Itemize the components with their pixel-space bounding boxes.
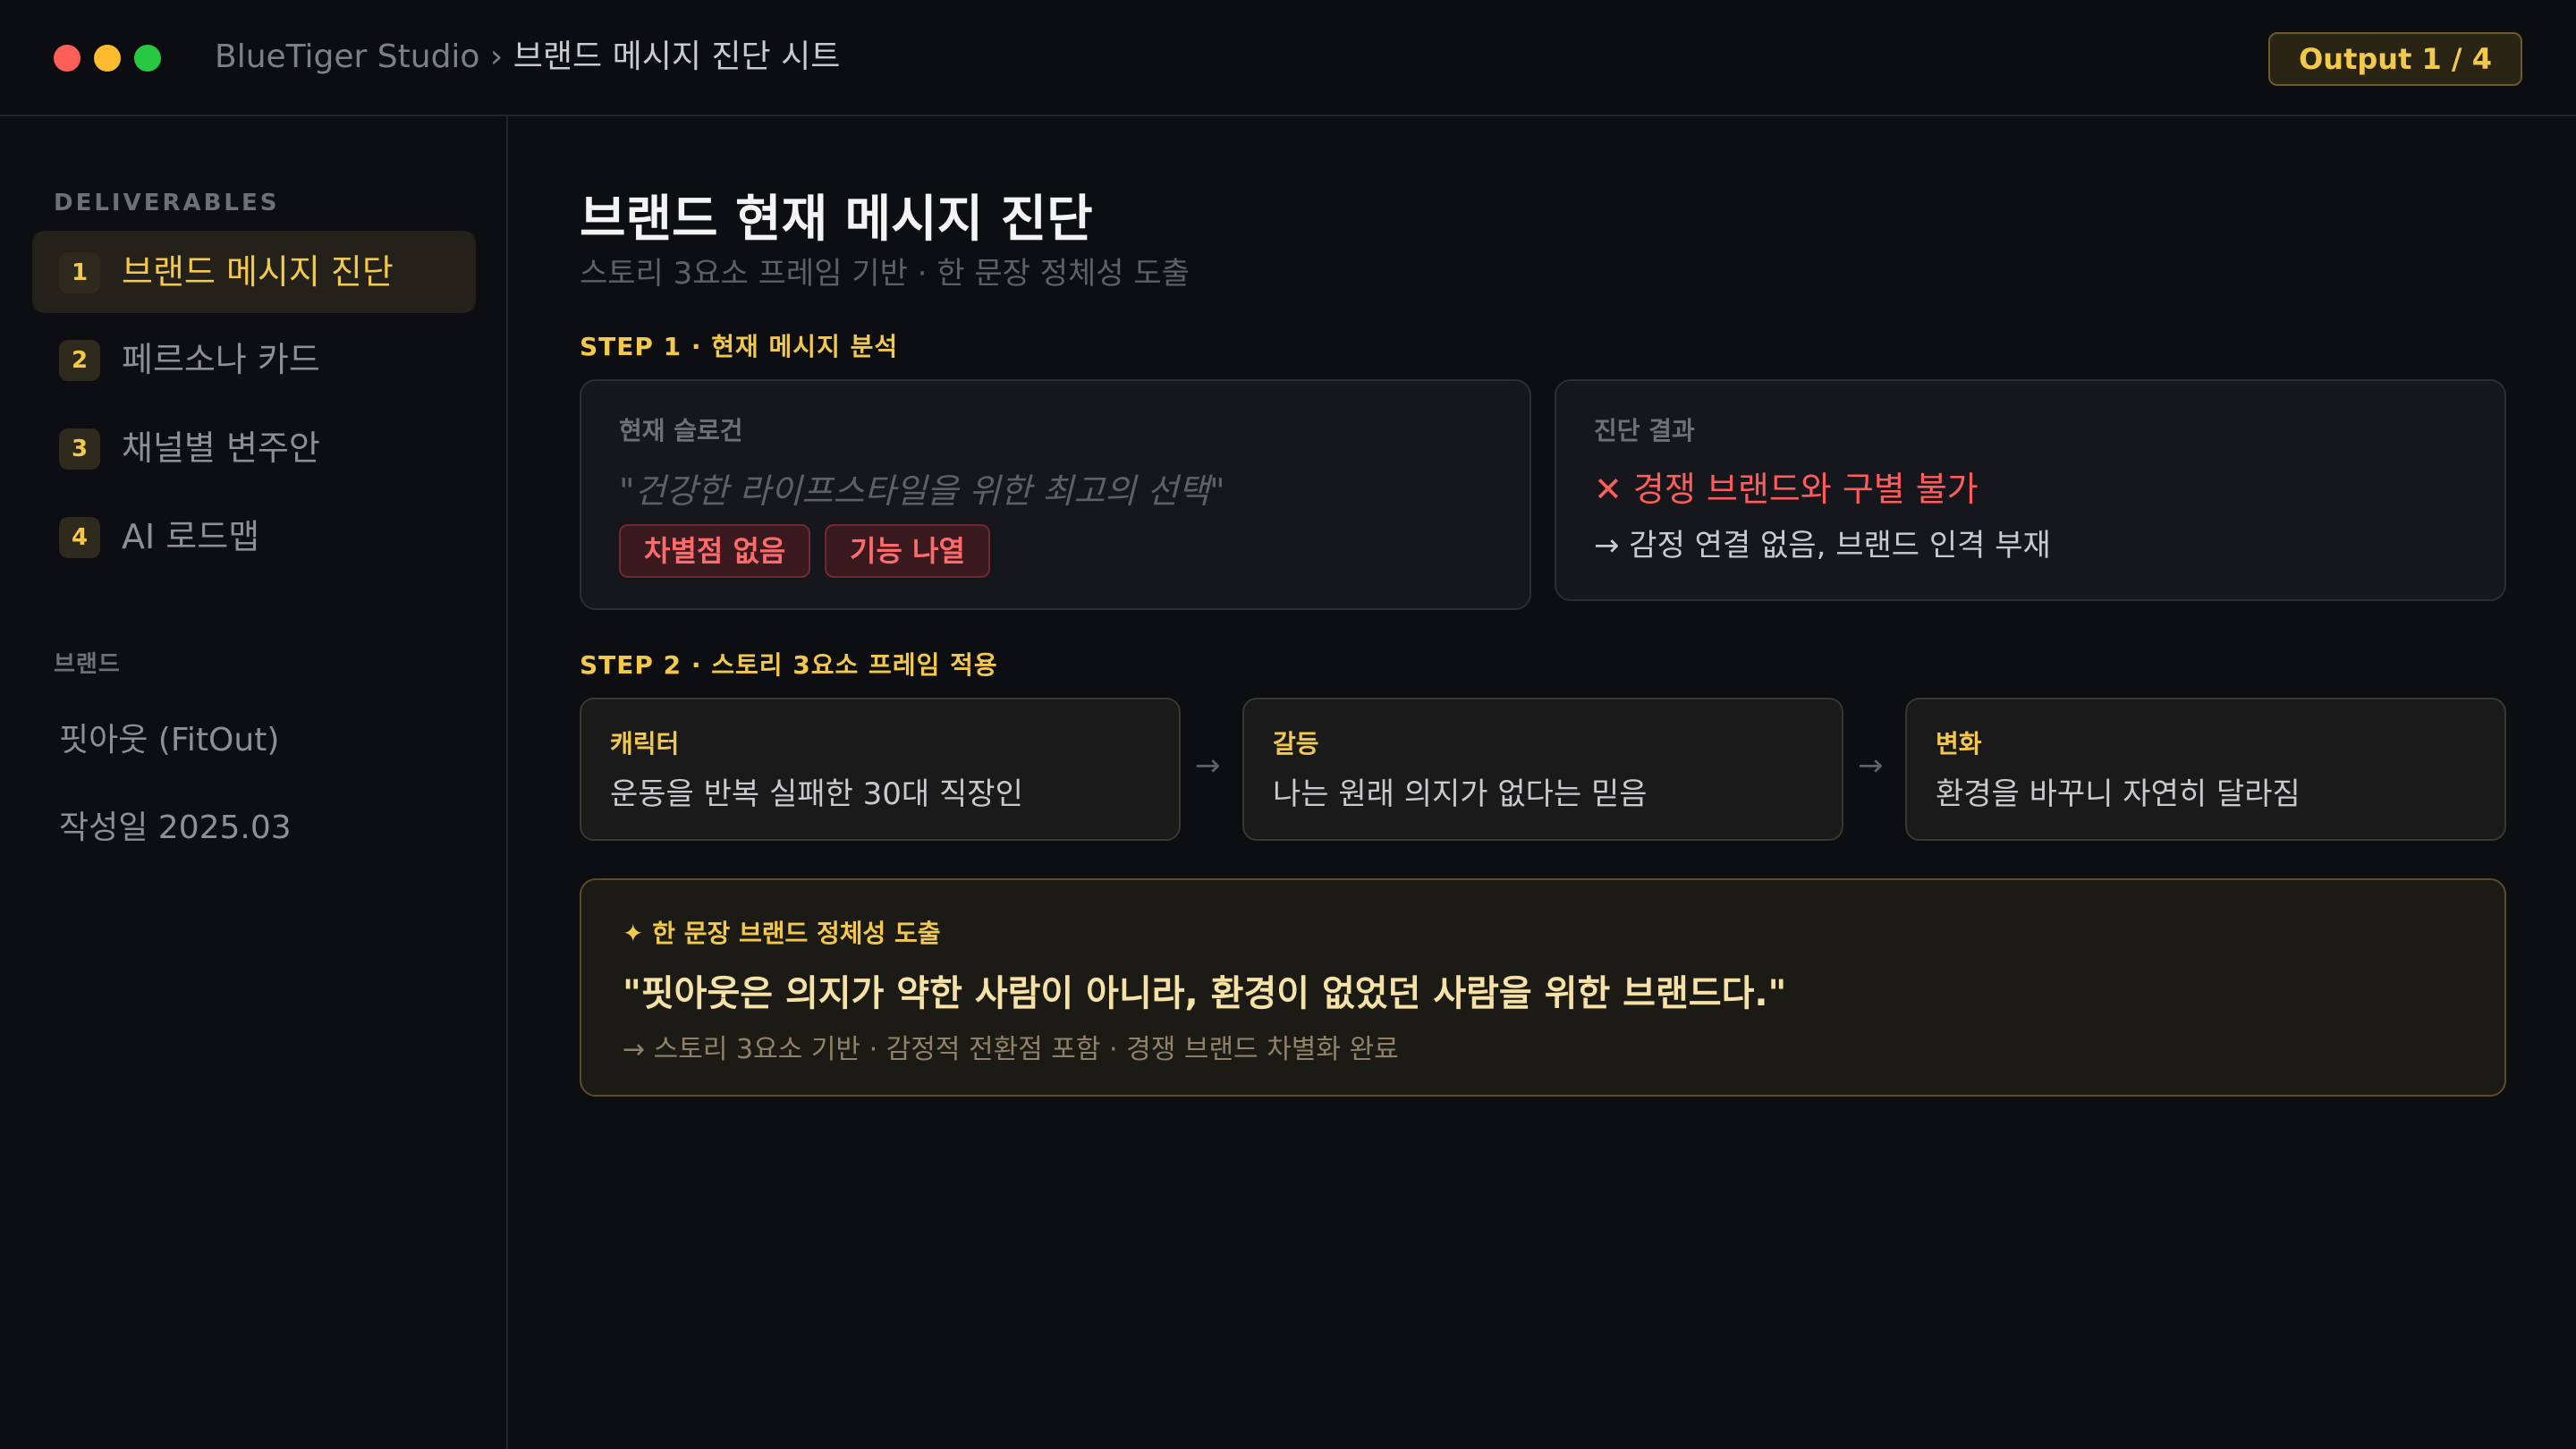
story-frame-key: 캐릭터 bbox=[610, 729, 680, 758]
sidebar-item-label: 페르소나 카드 bbox=[122, 340, 320, 379]
close-window-button[interactable] bbox=[54, 45, 80, 72]
sidebar-item-label: 브랜드 메시지 진단 bbox=[122, 252, 394, 292]
tag-feature-listing: 기능 나열 bbox=[825, 524, 990, 578]
sidebar-item-ai-roadmap[interactable]: 4 AI 로드맵 bbox=[32, 496, 476, 578]
current-slogan-card: 현재 슬로건 "건강한 라이프스타일을 위한 최고의 선택" 차별점 없음 기능… bbox=[580, 379, 1531, 610]
current-slogan-label: 현재 슬로건 bbox=[619, 416, 743, 445]
story-frame-key: 갈등 bbox=[1273, 729, 1319, 758]
minimize-window-button[interactable] bbox=[94, 45, 121, 72]
main-content: 브랜드 현재 메시지 진단 스토리 3요소 프레임 기반 · 한 문장 정체성 … bbox=[510, 116, 2576, 1449]
page-subtitle: 스토리 3요소 프레임 기반 · 한 문장 정체성 도출 bbox=[580, 256, 1190, 292]
diagnosis-result-label: 진단 결과 bbox=[1594, 416, 1695, 445]
current-slogan-text: "건강한 라이프스타일을 위한 최고의 선택" bbox=[619, 471, 1225, 511]
brand-identity-card: ✦ 한 문장 브랜드 정체성 도출 "핏아웃은 의지가 약한 사람이 아니라, … bbox=[580, 878, 2506, 1097]
story-frame-character: 캐릭터 운동을 반복 실패한 30대 직장인 bbox=[580, 698, 1181, 841]
sidebar-item-number: 2 bbox=[59, 340, 100, 381]
deliverables-section-label: DELIVERABLES bbox=[54, 190, 280, 216]
sidebar-item-brand-message-diagnosis[interactable]: 1 브랜드 메시지 진단 bbox=[32, 231, 476, 313]
brand-identity-note: → 스토리 3요소 기반 · 감정적 전환점 포함 · 경쟁 브랜드 차별화 완… bbox=[623, 1034, 1399, 1065]
sidebar-item-number: 1 bbox=[59, 252, 100, 293]
brand-identity-quote: "핏아웃은 의지가 약한 사람이 아니라, 환경이 없었던 사람을 위한 브랜드… bbox=[623, 973, 1787, 1014]
maximize-window-button[interactable] bbox=[134, 45, 161, 72]
step2-label: STEP 2 · 스토리 3요소 프레임 적용 bbox=[580, 650, 998, 680]
brand-section-label: 브랜드 bbox=[54, 651, 121, 678]
breadcrumb: BlueTiger Studio › 브랜드 메시지 진단 시트 bbox=[215, 34, 840, 80]
sidebar-item-persona-card[interactable]: 2 페르소나 카드 bbox=[32, 318, 476, 401]
output-counter-badge: Output 1 / 4 bbox=[2268, 32, 2522, 86]
diagnosis-detail: → 감정 연결 없음, 브랜드 인격 부재 bbox=[1594, 528, 2051, 564]
title-bar: BlueTiger Studio › 브랜드 메시지 진단 시트 Output … bbox=[0, 0, 2576, 116]
step1-label: STEP 1 · 현재 메시지 분석 bbox=[580, 332, 899, 361]
sidebar-item-number: 3 bbox=[59, 428, 100, 470]
breadcrumb-current: 브랜드 메시지 진단 시트 bbox=[513, 38, 841, 75]
story-frame-key: 변화 bbox=[1936, 729, 1982, 758]
story-frame-value: 운동을 반복 실패한 30대 직장인 bbox=[610, 776, 1023, 812]
story-frame-value: 나는 원래 의지가 없다는 믿음 bbox=[1273, 776, 1648, 812]
page-title: 브랜드 현재 메시지 진단 bbox=[580, 191, 1093, 249]
breadcrumb-separator: › bbox=[489, 38, 504, 75]
sidebar-item-label: AI 로드맵 bbox=[122, 517, 260, 556]
arrow-icon: → bbox=[1195, 748, 1221, 784]
diagnosis-verdict: ✕ 경쟁 브랜드와 구별 불가 bbox=[1594, 470, 1979, 509]
story-frame-conflict: 갈등 나는 원래 의지가 없다는 믿음 bbox=[1242, 698, 1843, 841]
diagnosis-result-card: 진단 결과 ✕ 경쟁 브랜드와 구별 불가 → 감정 연결 없음, 브랜드 인격… bbox=[1555, 379, 2506, 601]
sidebar-item-channel-variations[interactable]: 3 채널별 변주안 bbox=[32, 407, 476, 489]
breadcrumb-root[interactable]: BlueTiger Studio bbox=[215, 38, 479, 75]
sidebar-item-number: 4 bbox=[59, 517, 100, 558]
arrow-icon: → bbox=[1858, 748, 1884, 784]
sidebar: DELIVERABLES 1 브랜드 메시지 진단 2 페르소나 카드 3 채널… bbox=[0, 116, 508, 1449]
brand-name: 핏아웃 (FitOut) bbox=[59, 722, 280, 758]
sidebar-item-label: 채널별 변주안 bbox=[122, 428, 320, 468]
brand-identity-label: ✦ 한 문장 브랜드 정체성 도출 bbox=[623, 919, 941, 948]
story-frame-value: 환경을 바꾸니 자연히 달라짐 bbox=[1936, 776, 2301, 812]
written-date: 작성일 2025.03 bbox=[59, 809, 292, 846]
tag-no-differentiation: 차별점 없음 bbox=[619, 524, 811, 578]
story-frame-change: 변화 환경을 바꾸니 자연히 달라짐 bbox=[1905, 698, 2506, 841]
